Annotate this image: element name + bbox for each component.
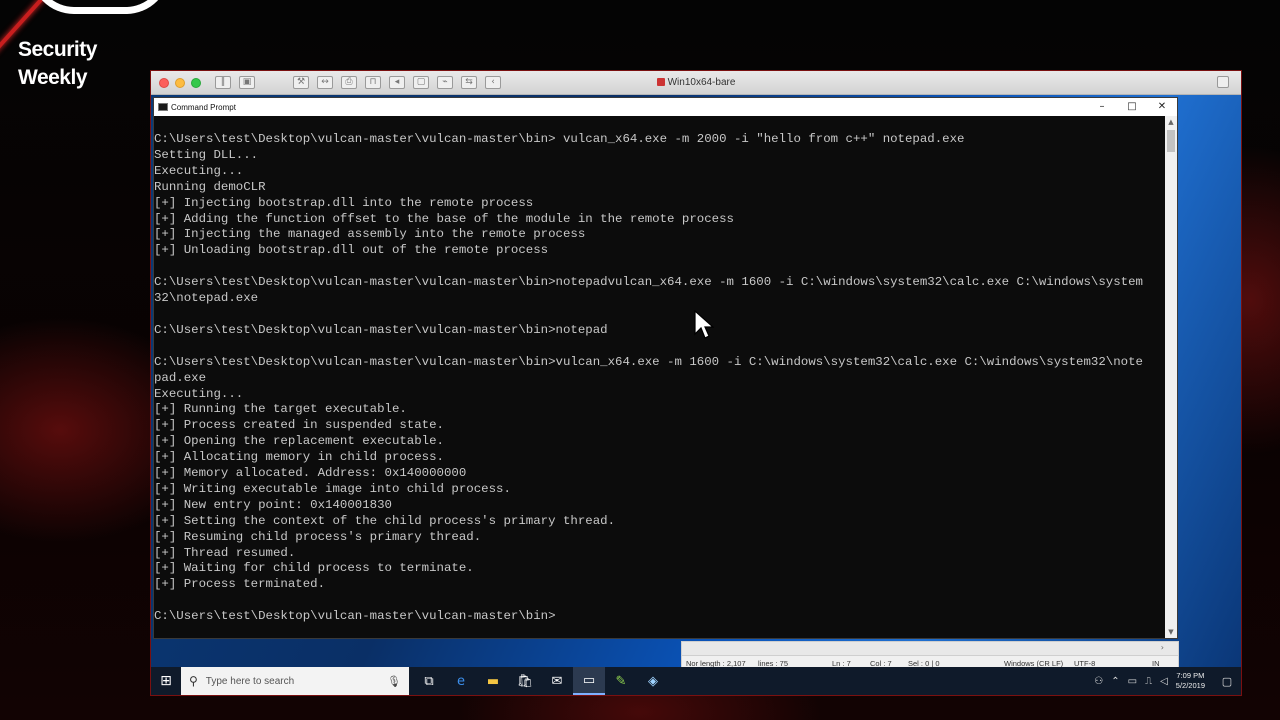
console-line: [+] Writing executable image into child … bbox=[154, 481, 511, 496]
command-prompt-window[interactable]: Command Prompt – □ ✕ C:\Users\test\Deskt… bbox=[153, 97, 1178, 639]
volume-icon[interactable]: ◁ bbox=[1160, 676, 1168, 687]
close-button[interactable]: ✕ bbox=[1147, 98, 1177, 116]
brand-line-2: Weekly bbox=[18, 66, 87, 89]
console-line: [+] Injecting the managed assembly into … bbox=[154, 227, 586, 242]
clock-time: 7:09 PM bbox=[1176, 671, 1205, 680]
camera-icon[interactable]: ▢ bbox=[413, 76, 429, 89]
usb-icon[interactable]: ⌁ bbox=[437, 76, 453, 89]
vm-window-controls bbox=[159, 77, 201, 88]
console-line: [+] Resuming child process's primary thr… bbox=[154, 529, 482, 544]
pause-icon[interactable]: ‖ bbox=[215, 76, 231, 89]
cmd-titlebar[interactable]: Command Prompt – □ ✕ bbox=[154, 98, 1177, 116]
guest-desktop: Command Prompt – □ ✕ C:\Users\test\Deskt… bbox=[151, 95, 1241, 675]
taskbar-apps: ⧉ e ▬ 🛍 ✉ ▭ ✎ ◈ bbox=[413, 667, 669, 695]
share-icon[interactable]: ⇆ bbox=[461, 76, 477, 89]
vm-icon bbox=[656, 78, 665, 86]
battery-icon[interactable]: ▭ bbox=[1128, 676, 1137, 687]
scroll-down-icon[interactable]: ▼ bbox=[1165, 626, 1177, 638]
cmd-title: Command Prompt bbox=[171, 102, 236, 112]
zoom-icon[interactable] bbox=[191, 77, 201, 88]
console-line: Executing... bbox=[154, 386, 244, 401]
console-line: C:\Users\test\Desktop\vulcan-master\vulc… bbox=[154, 132, 965, 146]
console-line: [+] Running the target executable. bbox=[154, 402, 407, 417]
vm-toolbar: ‖ ▣ ⚒ ↔ ⎙ ⊓ ◂ ▢ ⌁ ⇆ ‹ bbox=[215, 76, 501, 89]
edge-icon[interactable]: e bbox=[445, 667, 477, 695]
console-line: [+] Setting the context of the child pro… bbox=[154, 513, 616, 528]
console-line: C:\Users\test\Desktop\vulcan-master\vulc… bbox=[154, 275, 1143, 290]
windows-start-icon[interactable]: ⊞ bbox=[151, 667, 181, 695]
console-line: pad.exe bbox=[154, 370, 207, 385]
console-line: [+] Allocating memory in child process. bbox=[154, 450, 444, 465]
console-line: [+] New entry point: 0x140001830 bbox=[154, 497, 392, 512]
arrows-icon[interactable]: ↔ bbox=[317, 76, 333, 89]
console-line: [+] Waiting for child process to termina… bbox=[154, 561, 474, 576]
scroll-up-icon[interactable]: ▲ bbox=[1165, 116, 1177, 128]
console-line: [+] Process created in suspended state. bbox=[154, 418, 444, 433]
mail-icon[interactable]: ✉ bbox=[541, 667, 573, 695]
clock-date: 5/2/2019 bbox=[1175, 681, 1205, 690]
cmd-window-controls: – □ ✕ bbox=[1087, 98, 1177, 116]
snapshot-icon[interactable]: ▣ bbox=[239, 76, 255, 89]
horizontal-scrollbar[interactable]: › bbox=[682, 642, 1178, 656]
console-line: 32\notepad.exe bbox=[154, 291, 259, 306]
fullscreen-icon[interactable] bbox=[1217, 76, 1229, 88]
notification-icon[interactable]: ▢ bbox=[1213, 675, 1241, 688]
console-line: [+] Thread resumed. bbox=[154, 545, 296, 560]
chevron-up-icon[interactable]: ⌃ bbox=[1111, 676, 1119, 687]
task-view-icon[interactable]: ⧉ bbox=[413, 667, 445, 695]
search-icon: ⚲ bbox=[189, 674, 198, 688]
console-line: [+] Unloading bootstrap.dll out of the r… bbox=[154, 243, 549, 258]
minimize-icon[interactable] bbox=[175, 77, 185, 88]
maximize-button[interactable]: □ bbox=[1117, 98, 1147, 116]
close-icon[interactable] bbox=[159, 77, 169, 88]
vm-titlebar: ‖ ▣ ⚒ ↔ ⎙ ⊓ ◂ ▢ ⌁ ⇆ ‹ Win10x64-bare bbox=[151, 71, 1241, 95]
print-icon[interactable]: ⎙ bbox=[341, 76, 357, 89]
search-placeholder: Type here to search bbox=[205, 675, 295, 687]
network-icon[interactable]: ⎍ bbox=[1145, 676, 1152, 687]
microphone-icon[interactable]: 🎙 bbox=[387, 675, 401, 688]
scroll-right-icon[interactable]: › bbox=[1161, 643, 1164, 652]
console-line: Running demoCLR bbox=[154, 179, 266, 194]
console-line: [+] Process terminated. bbox=[154, 577, 326, 592]
store-icon[interactable]: 🛍 bbox=[509, 667, 541, 695]
console-line: C:\Users\test\Desktop\vulcan-master\vulc… bbox=[154, 322, 608, 337]
console-line: Setting DLL... bbox=[154, 147, 259, 162]
brand-logo: Security Weekly bbox=[18, 36, 97, 92]
notepad-plus-icon[interactable]: ✎ bbox=[605, 667, 637, 695]
scroll-thumb[interactable] bbox=[1167, 130, 1175, 152]
people-icon[interactable]: ⚇ bbox=[1094, 676, 1103, 687]
vm-window: ‖ ▣ ⚒ ↔ ⎙ ⊓ ◂ ▢ ⌁ ⇆ ‹ Win10x64-bare Comm… bbox=[150, 70, 1242, 696]
minimize-button[interactable]: – bbox=[1087, 98, 1117, 116]
brand-line-1: Security bbox=[18, 38, 97, 61]
mouse-cursor-icon bbox=[694, 310, 714, 339]
console-line: Executing... bbox=[154, 163, 244, 178]
sound-icon[interactable]: ◂ bbox=[389, 76, 405, 89]
system-tray: ⚇ ⌃ ▭ ⎍ ◁ 7:09 PM 5/2/2019 ▢ bbox=[1090, 667, 1241, 695]
console-output[interactable]: C:\Users\test\Desktop\vulcan-master\vulc… bbox=[154, 116, 1165, 638]
console-line: [+] Adding the function offset to the ba… bbox=[154, 211, 734, 226]
taskbar: ⊞ ⚲ Type here to search 🎙 ⧉ e ▬ 🛍 ✉ ▭ ✎ ◈ ⚇ ⌃ ▭… bbox=[151, 667, 1241, 695]
app-icon[interactable]: ◈ bbox=[637, 667, 669, 695]
console-line: C:\Users\test\Desktop\vulcan-master\vulc… bbox=[154, 609, 556, 624]
command-prompt-icon[interactable]: ▭ bbox=[573, 667, 605, 695]
lock-icon[interactable]: ⊓ bbox=[365, 76, 381, 89]
back-icon[interactable]: ‹ bbox=[485, 76, 501, 89]
cmd-icon bbox=[158, 103, 168, 111]
taskbar-search[interactable]: ⚲ Type here to search 🎙 bbox=[181, 667, 409, 695]
console-line: [+] Opening the replacement executable. bbox=[154, 434, 444, 449]
clock[interactable]: 7:09 PM 5/2/2019 bbox=[1176, 671, 1205, 691]
console-line: [+] Memory allocated. Address: 0x1400000… bbox=[154, 466, 467, 481]
console-line: [+] Injecting bootstrap.dll into the rem… bbox=[154, 195, 534, 210]
vm-title-text: Win10x64-bare bbox=[667, 77, 736, 88]
wrench-icon[interactable]: ⚒ bbox=[293, 76, 309, 89]
console-line: C:\Users\test\Desktop\vulcan-master\vulc… bbox=[154, 354, 1143, 369]
file-explorer-icon[interactable]: ▬ bbox=[477, 667, 509, 695]
vertical-scrollbar[interactable]: ▲ ▼ bbox=[1165, 116, 1177, 638]
